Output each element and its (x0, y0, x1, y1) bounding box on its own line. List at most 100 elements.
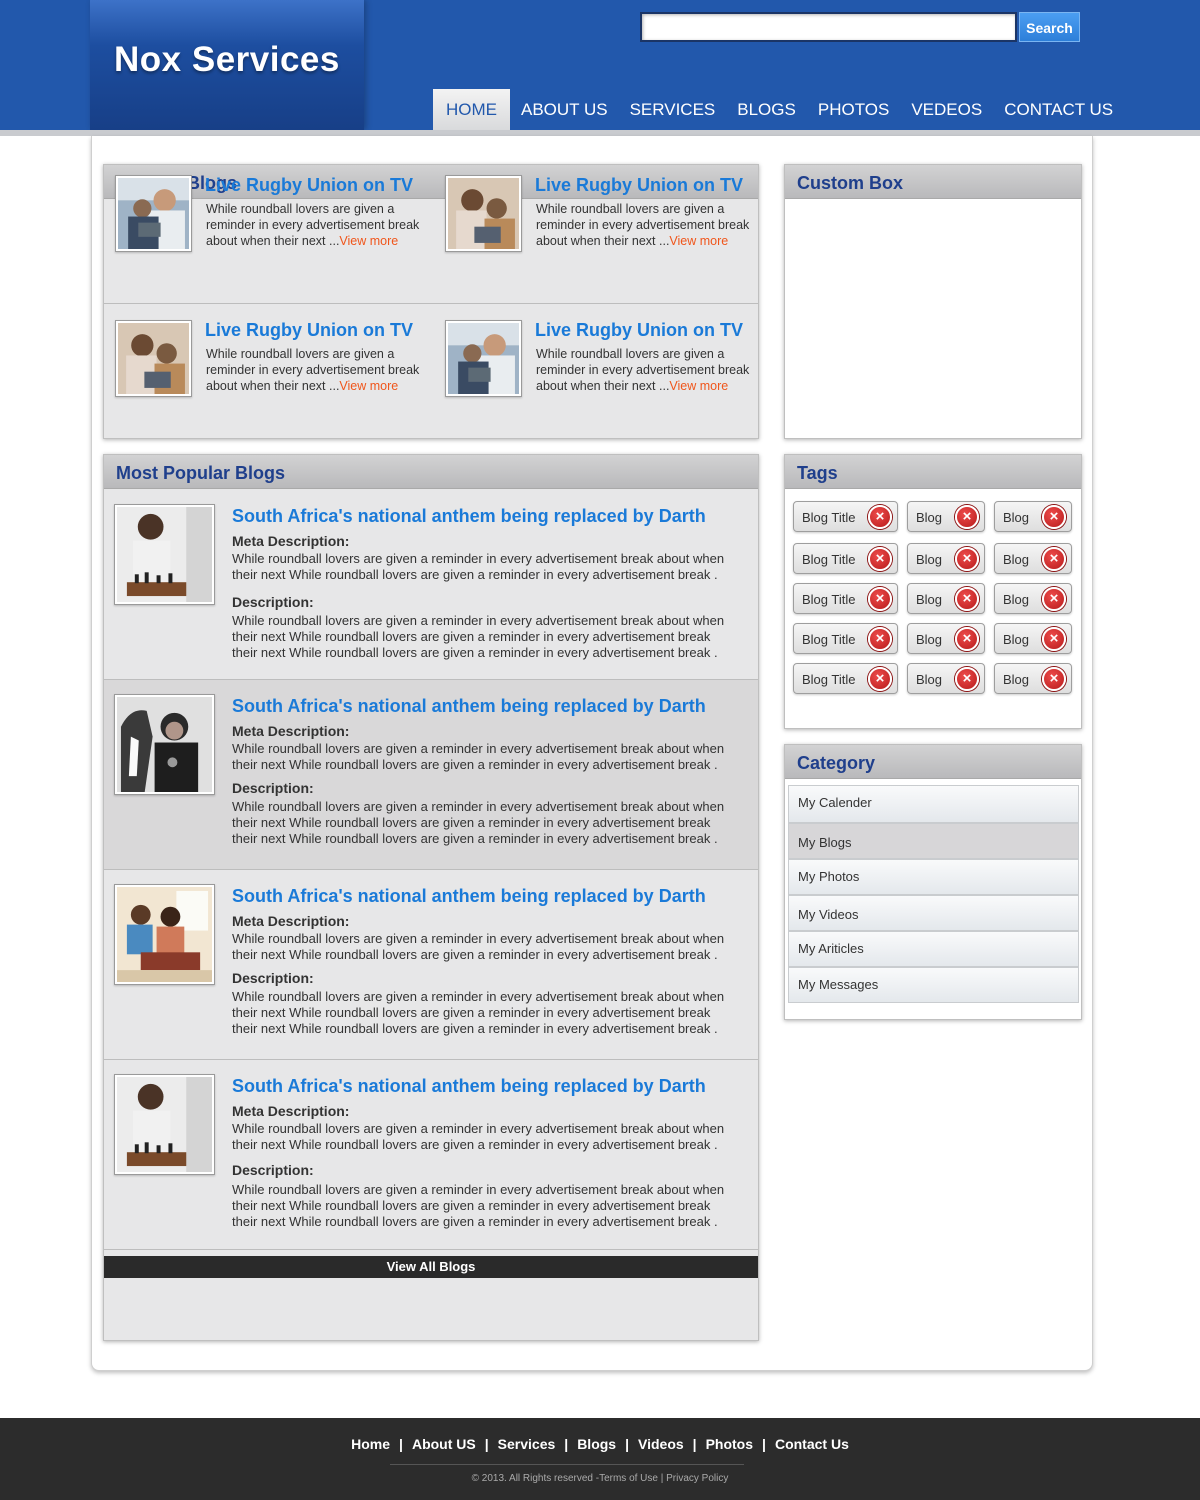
close-circle-icon[interactable]: × (868, 547, 892, 571)
nav-photos[interactable]: PHOTOS (807, 89, 900, 130)
featured-item: Live Rugby Union on TV While roundball l… (445, 175, 765, 275)
woman-with-horse-photo[interactable] (114, 694, 215, 795)
description-text: While roundball lovers are given a remin… (232, 613, 725, 660)
tag-chip[interactable]: Blog × (907, 583, 985, 614)
man-with-tablet-photo[interactable] (115, 175, 192, 252)
featured-title[interactable]: Live Rugby Union on TV (205, 320, 413, 341)
popular-blog-title[interactable]: South Africa's national anthem being rep… (232, 1076, 706, 1097)
category-item-calender[interactable]: My Calender (788, 785, 1079, 823)
popular-blog-title[interactable]: South Africa's national anthem being rep… (232, 506, 706, 527)
site-logo[interactable]: Nox Services (114, 40, 340, 80)
nav-services[interactable]: SERVICES (619, 89, 727, 130)
footer-separator: | (399, 1436, 403, 1452)
close-circle-icon[interactable]: × (1042, 627, 1066, 651)
tag-chip[interactable]: Blog Title × (793, 623, 898, 654)
meta-description-label: Meta Description: (232, 723, 350, 739)
category-item-articles[interactable]: My Ariticles (788, 931, 1079, 967)
category-item-videos[interactable]: My Videos (788, 895, 1079, 931)
description-label: Description: (232, 780, 314, 796)
tag-label: Blog Title (802, 592, 856, 607)
chess-players-photo[interactable] (114, 504, 215, 605)
close-circle-icon[interactable]: × (1042, 547, 1066, 571)
view-more-link[interactable]: View more (339, 234, 398, 248)
tag-chip[interactable]: Blog Title × (793, 543, 898, 574)
tag-chip[interactable]: Blog × (907, 623, 985, 654)
nav-about-us[interactable]: ABOUT US (510, 89, 619, 130)
footer-link-contact-us[interactable]: Contact Us (775, 1436, 849, 1452)
nav-home[interactable]: HOME (433, 89, 510, 130)
tag-chip[interactable]: Blog × (994, 663, 1072, 694)
tag-chip[interactable]: Blog × (994, 623, 1072, 654)
close-circle-icon[interactable]: × (1042, 667, 1066, 691)
meta-description-label: Meta Description: (232, 913, 350, 929)
tag-chip[interactable]: Blog × (994, 501, 1072, 532)
featured-title[interactable]: Live Rugby Union on TV (535, 175, 743, 196)
chess-players-photo[interactable] (114, 1074, 215, 1175)
tag-chip[interactable]: Blog Title × (793, 583, 898, 614)
footer-link-about-us[interactable]: About US (412, 1436, 476, 1452)
view-all-blogs-button[interactable]: View All Blogs (104, 1256, 758, 1278)
close-circle-icon[interactable]: × (868, 667, 892, 691)
nav-blogs[interactable]: BLOGS (726, 89, 807, 130)
search-button[interactable]: Search (1019, 12, 1080, 42)
close-circle-icon[interactable]: × (955, 505, 979, 529)
tag-chip[interactable]: Blog × (994, 583, 1072, 614)
popular-blog-title[interactable]: South Africa's national anthem being rep… (232, 696, 706, 717)
close-circle-icon[interactable]: × (1042, 587, 1066, 611)
close-circle-icon[interactable]: × (1042, 505, 1066, 529)
footer-link-videos[interactable]: Videos (638, 1436, 684, 1452)
view-more-link[interactable]: View more (339, 379, 398, 393)
close-circle-icon[interactable]: × (868, 587, 892, 611)
tag-label: Blog (1003, 592, 1030, 607)
footer-separator: | (625, 1436, 629, 1452)
close-circle-icon[interactable]: × (955, 587, 979, 611)
featured-divider (104, 303, 758, 304)
view-more-link[interactable]: View more (669, 379, 728, 393)
popular-blog-item: South Africa's national anthem being rep… (104, 870, 758, 1060)
tag-label: Blog Title (802, 510, 856, 525)
nav-videos[interactable]: VEDEOS (900, 89, 993, 130)
tag-label: Blog Title (802, 672, 856, 687)
close-circle-icon[interactable]: × (868, 505, 892, 529)
tag-chip[interactable]: Blog × (907, 501, 985, 532)
tag-chip[interactable]: Blog × (994, 543, 1072, 574)
description-text: While roundball lovers are given a remin… (232, 799, 725, 846)
popular-blog-title[interactable]: South Africa's national anthem being rep… (232, 886, 706, 907)
footer-link-blogs[interactable]: Blogs (577, 1436, 616, 1452)
description-label: Description: (232, 594, 314, 610)
category-item-messages[interactable]: My Messages (788, 967, 1079, 1003)
footer-nav: Home | About US | Services | Blogs | Videos | Phot… (0, 1436, 1200, 1452)
man-with-tablet-photo[interactable] (445, 320, 522, 397)
tag-label: Blog (1003, 632, 1030, 647)
close-circle-icon[interactable]: × (868, 627, 892, 651)
close-circle-icon[interactable]: × (955, 627, 979, 651)
view-more-link[interactable]: View more (669, 234, 728, 248)
featured-title[interactable]: Live Rugby Union on TV (205, 175, 413, 196)
tag-chip[interactable]: Blog × (907, 543, 985, 574)
mother-and-child-photo[interactable] (445, 175, 522, 252)
search-input[interactable] (640, 12, 1017, 42)
featured-item: Live Rugby Union on TV While roundball l… (445, 320, 765, 420)
featured-item: Live Rugby Union on TV While roundball l… (115, 320, 435, 420)
category-item-blogs[interactable]: My Blogs (788, 823, 1079, 859)
close-circle-icon[interactable]: × (955, 547, 979, 571)
mother-and-child-photo[interactable] (115, 320, 192, 397)
close-circle-icon[interactable]: × (955, 667, 979, 691)
category-item-photos[interactable]: My Photos (788, 859, 1079, 895)
family-playing-photo[interactable] (114, 884, 215, 985)
tag-chip[interactable]: Blog Title × (793, 663, 898, 694)
popular-blog-item: South Africa's national anthem being rep… (104, 490, 758, 680)
footer-separator: | (484, 1436, 489, 1452)
footer-link-photos[interactable]: Photos (706, 1436, 753, 1452)
featured-title[interactable]: Live Rugby Union on TV (535, 320, 743, 341)
featured-excerpt: While roundball lovers are given a remin… (206, 202, 420, 248)
footer-link-home[interactable]: Home (351, 1436, 390, 1452)
nav-contact-us[interactable]: CONTACT US (993, 89, 1124, 130)
meta-description-label: Meta Description: (232, 1103, 350, 1119)
tag-chip[interactable]: Blog × (907, 663, 985, 694)
tag-chip[interactable]: Blog Title × (793, 501, 898, 532)
tag-label: Blog (916, 672, 943, 687)
footer-link-services[interactable]: Services (498, 1436, 556, 1452)
tag-label: Blog Title (802, 552, 856, 567)
logo-box[interactable]: Nox Services (90, 0, 364, 130)
